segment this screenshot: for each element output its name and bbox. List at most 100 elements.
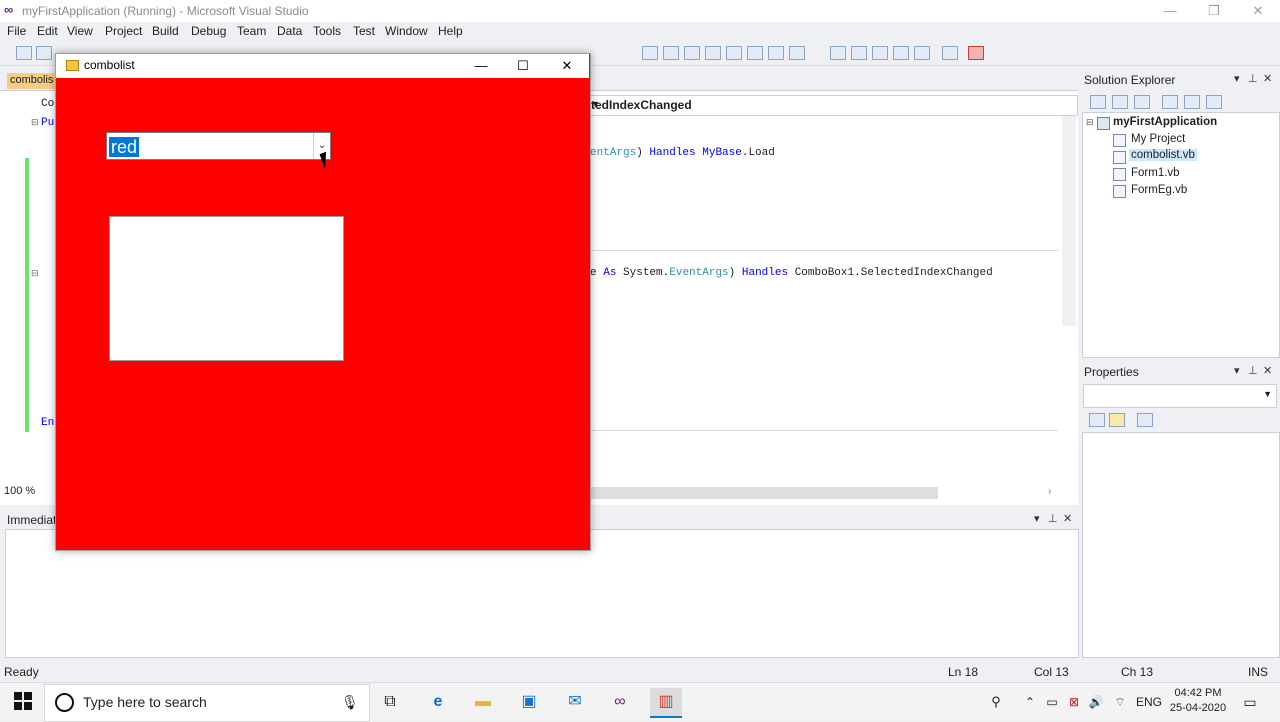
vs-restore-button[interactable]: ❐ <box>1192 0 1236 22</box>
file-explorer-icon[interactable]: ▬ <box>467 688 499 716</box>
pin-icon[interactable]: ⊥ <box>1248 364 1258 377</box>
new-project-icon[interactable] <box>16 46 32 60</box>
method-dropdown[interactable]: tedIndexChanged ▼ <box>590 95 1078 116</box>
form-minimize-button[interactable]: — <box>459 54 503 78</box>
form-maximize-button[interactable]: ☐ <box>501 54 545 78</box>
tree-item-my-project[interactable]: My Project <box>1131 133 1185 145</box>
menu-edit[interactable]: Edit <box>37 24 58 38</box>
toolbar-icon-5[interactable] <box>747 46 763 60</box>
language-indicator[interactable]: ENG <box>1136 695 1162 709</box>
view-designer-icon[interactable] <box>1184 95 1200 109</box>
toolbar-icon-13[interactable] <box>942 46 958 60</box>
collapse-icon[interactable]: ⊟ <box>1086 117 1094 128</box>
color-listbox[interactable] <box>109 216 344 361</box>
find-icon[interactable] <box>642 46 658 60</box>
combobox-selected-text: red <box>109 137 140 157</box>
tree-item-combolist[interactable]: combolist.vb <box>1129 149 1197 161</box>
color-combobox[interactable]: red ⌄ <box>106 132 331 160</box>
class-diagram-icon[interactable] <box>1206 95 1222 109</box>
taskbar-search-box[interactable]: Type here to search 🎙 <box>44 684 370 722</box>
form-close-button[interactable]: ✕ <box>545 54 589 78</box>
menu-window[interactable]: Window <box>385 24 428 38</box>
search-placeholder: Type here to search <box>83 694 207 710</box>
menu-help[interactable]: Help <box>438 24 463 38</box>
zoom-level[interactable]: 100 % <box>4 485 54 497</box>
method-separator <box>590 430 1058 431</box>
alphabetical-icon[interactable] <box>1109 413 1125 427</box>
vb-form-icon <box>1113 168 1126 181</box>
property-pages-icon[interactable] <box>1137 413 1153 427</box>
toolbar-icon-9[interactable] <box>851 46 867 60</box>
menu-test[interactable]: Test <box>353 24 375 38</box>
my-project-icon <box>1113 134 1126 147</box>
toolbar-icon-11[interactable] <box>893 46 909 60</box>
menu-build[interactable]: Build <box>152 24 179 38</box>
categorized-icon[interactable] <box>1089 413 1105 427</box>
scroll-right-icon[interactable]: › <box>1048 486 1051 497</box>
editor-horizontal-scrollbar[interactable] <box>590 487 938 499</box>
menu-tools[interactable]: Tools <box>313 24 341 38</box>
pane-dropdown-icon[interactable]: ▾ <box>1234 72 1240 85</box>
store-icon[interactable]: ▣ <box>513 688 545 716</box>
close-icon[interactable]: ✕ <box>1063 512 1072 525</box>
chevron-down-icon: ▼ <box>591 99 600 109</box>
chevron-down-icon: ▼ <box>1263 389 1272 399</box>
properties-icon[interactable] <box>1090 95 1106 109</box>
show-all-files-icon[interactable] <box>1112 95 1128 109</box>
status-text: Ready <box>4 665 39 679</box>
solution-explorer-toolbar <box>1082 90 1280 112</box>
network-icon[interactable]: ⌔ <box>1104 688 1136 716</box>
toolbar-icon-1[interactable] <box>663 46 679 60</box>
pin-icon[interactable]: ⊥ <box>1248 72 1258 85</box>
status-bar: Ready Ln 18 Col 13 Ch 13 INS <box>0 660 1280 682</box>
toolbar-icon-8[interactable] <box>830 46 846 60</box>
toolbar-icon-6[interactable] <box>768 46 784 60</box>
menu-data[interactable]: Data <box>277 24 302 38</box>
task-view-icon[interactable]: ⧉ <box>374 688 406 716</box>
editor-vertical-scrollbar[interactable] <box>1062 116 1076 326</box>
collapse-icon[interactable]: ⊟ <box>31 268 39 279</box>
toolbar-icon-12[interactable] <box>914 46 930 60</box>
pane-dropdown-icon[interactable]: ▾ <box>1034 512 1040 525</box>
view-code-icon[interactable] <box>1162 95 1178 109</box>
visual-studio-taskbar-icon[interactable]: ∞ <box>604 688 636 716</box>
microphone-icon[interactable]: 🎙 <box>341 694 359 711</box>
close-icon[interactable]: ✕ <box>1263 364 1272 377</box>
pin-icon[interactable]: ⊥ <box>1048 512 1058 525</box>
change-tracking-margin <box>25 158 29 432</box>
document-tab-combolist[interactable]: combolis <box>7 73 59 89</box>
mail-icon[interactable]: ✉ <box>559 688 591 716</box>
properties-object-select[interactable]: ▼ <box>1083 384 1277 408</box>
menu-team[interactable]: Team <box>237 24 266 38</box>
open-icon[interactable] <box>36 46 52 60</box>
document-tab-label: combolis <box>10 74 54 86</box>
people-icon[interactable]: ⚲ <box>980 688 1012 716</box>
running-app-taskbar-icon[interactable]: ▥ <box>650 688 682 718</box>
properties-grid <box>1082 432 1280 658</box>
tree-item-formeg[interactable]: FormEg.vb <box>1131 184 1187 196</box>
menu-file[interactable]: File <box>7 24 26 38</box>
menu-debug[interactable]: Debug <box>191 24 226 38</box>
windows-start-icon[interactable] <box>12 690 34 712</box>
refresh-icon[interactable] <box>1134 95 1150 109</box>
collapse-icon[interactable]: ⊟ <box>31 117 39 128</box>
close-icon[interactable]: ✕ <box>1263 72 1272 85</box>
stop-debugging-icon[interactable] <box>968 46 984 60</box>
project-node[interactable]: myFirstApplication <box>1113 116 1217 128</box>
toolbar-icon-7[interactable] <box>789 46 805 60</box>
vs-minimize-button[interactable]: — <box>1148 0 1192 22</box>
toolbar-icon-3[interactable] <box>705 46 721 60</box>
pane-dropdown-icon[interactable]: ▾ <box>1234 364 1240 377</box>
action-center-icon[interactable]: ▭ <box>1234 688 1266 716</box>
taskbar-clock[interactable]: 04:42 PM 25-04-2020 <box>1166 686 1230 716</box>
vs-title-bar: ∞ myFirstApplication (Running) - Microso… <box>0 0 1280 22</box>
menu-view[interactable]: View <box>67 24 93 38</box>
edge-browser-icon[interactable]: e <box>422 688 454 716</box>
immediate-window-title: Immediat <box>7 513 57 527</box>
toolbar-icon-2[interactable] <box>684 46 700 60</box>
toolbar-icon-10[interactable] <box>872 46 888 60</box>
tree-item-form1[interactable]: Form1.vb <box>1131 167 1180 179</box>
menu-project[interactable]: Project <box>105 24 142 38</box>
vs-close-button[interactable]: ✕ <box>1236 0 1280 22</box>
toolbar-icon-4[interactable] <box>726 46 742 60</box>
